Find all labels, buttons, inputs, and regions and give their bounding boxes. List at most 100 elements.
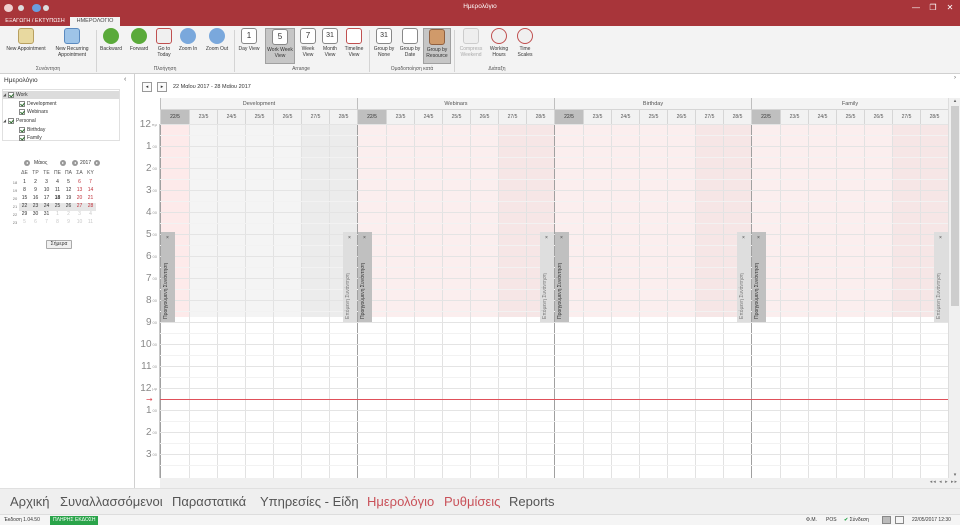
day-header[interactable]: 22/5 (160, 110, 189, 124)
connection-status[interactable]: ✔ Σύνδεση (844, 515, 869, 525)
horizontal-scrollbar[interactable]: ◂◂ ◂ ▸ ▸▸ (160, 478, 960, 488)
day-header[interactable]: 24/5 (611, 110, 639, 124)
tab-calendar[interactable]: ΗΜΕΡΟΛΟΓΙΟ (70, 17, 120, 26)
day-header[interactable]: 24/5 (414, 110, 442, 124)
day-header[interactable]: 25/5 (836, 110, 864, 124)
close-icon[interactable]: × (742, 235, 745, 241)
day-column[interactable] (189, 124, 217, 478)
close-icon[interactable]: × (166, 235, 169, 241)
mini-calendar-day[interactable]: 4 (85, 211, 96, 218)
mini-calendar-day[interactable]: 25 (52, 203, 63, 210)
previous-appointment-button[interactable]: Προηγούμενη Συνάντηση (161, 232, 175, 322)
backward-button[interactable]: Backward (98, 28, 124, 52)
mini-calendar-day[interactable]: 20 (74, 195, 85, 202)
scroll-up-icon[interactable]: ▴ (949, 98, 960, 104)
scheduler-grid[interactable]: Προηγούμενη Συνάντηση × Επόμενη Συνάντηση ×… (160, 124, 948, 478)
mini-calendar-day[interactable]: 19 (63, 195, 74, 202)
go-to-today-button[interactable]: Go to Today (153, 28, 175, 58)
day-header[interactable]: 23/5 (583, 110, 611, 124)
mini-calendar-day[interactable]: 28 (85, 203, 96, 210)
next-year-button[interactable]: ▸ (94, 160, 100, 166)
mini-calendar-day[interactable]: 13 (74, 187, 85, 194)
prev-month-button[interactable]: ◂ (24, 160, 30, 166)
day-column[interactable] (414, 124, 442, 478)
day-column[interactable] (780, 124, 808, 478)
mini-calendar-day[interactable]: 31 (41, 211, 52, 218)
day-header[interactable]: 28/5 (723, 110, 751, 124)
previous-appointment-button[interactable]: Προηγούμενη Συνάντηση (752, 232, 766, 322)
checkbox-work[interactable] (8, 91, 14, 98)
tree-node-webinars[interactable]: Webinars (19, 108, 48, 116)
day-header[interactable]: 23/5 (189, 110, 217, 124)
day-header[interactable]: 23/5 (386, 110, 414, 124)
mini-calendar-day[interactable]: 2 (30, 179, 41, 186)
compress-weekend-button[interactable]: Compress Weekend (457, 28, 485, 58)
nav-item-0[interactable]: Αρχική (10, 494, 50, 509)
timeline-view-button[interactable]: Timeline View (342, 28, 366, 58)
day-header[interactable]: 26/5 (273, 110, 301, 124)
sidebar-collapse-button[interactable]: ‹ (124, 76, 126, 83)
day-header[interactable]: 24/5 (217, 110, 245, 124)
mini-calendar-day[interactable]: 7 (41, 219, 52, 226)
nav-item-2[interactable]: Παραστατικά (172, 494, 246, 509)
day-header[interactable]: 27/5 (301, 110, 329, 124)
previous-appointment-button[interactable]: Προηγούμενη Συνάντηση (555, 232, 569, 322)
mini-calendar-day[interactable]: 2 (63, 211, 74, 218)
tree-node-work[interactable]: ◢ Work (3, 91, 119, 99)
day-header[interactable]: 23/5 (780, 110, 808, 124)
mini-calendar-day[interactable]: 26 (63, 203, 74, 210)
mini-calendar-day[interactable]: 9 (63, 219, 74, 226)
prev-period-button[interactable]: ◂ (142, 82, 152, 92)
working-hours-button[interactable]: Working Hours (487, 28, 511, 58)
day-column[interactable] (217, 124, 245, 478)
scroll-thumb[interactable] (951, 106, 959, 306)
day-column[interactable] (273, 124, 301, 478)
mini-calendar-day[interactable]: 21 (85, 195, 96, 202)
week-number[interactable]: 20 (11, 195, 19, 202)
day-header[interactable]: 25/5 (639, 110, 667, 124)
checkbox-birthday[interactable] (19, 126, 25, 133)
new-recurring-appointment-button[interactable]: New Recurring Appointment (52, 28, 92, 58)
week-number[interactable]: 23 (11, 219, 19, 226)
day-column[interactable] (583, 124, 611, 478)
day-column[interactable] (301, 124, 329, 478)
mini-calendar-day[interactable]: 24 (41, 203, 52, 210)
day-column[interactable] (498, 124, 526, 478)
day-view-button[interactable]: 1 Day View (237, 28, 261, 52)
tree-node-personal[interactable]: ◢ Personal (3, 117, 36, 125)
close-icon[interactable]: × (545, 235, 548, 241)
tree-node-family[interactable]: Family (19, 134, 42, 142)
day-header[interactable]: 27/5 (695, 110, 723, 124)
resource-navigator[interactable]: ◂◂ ◂ ▸ ▸▸ (930, 479, 958, 485)
pos-indicator[interactable]: POS (826, 515, 837, 525)
day-column[interactable] (442, 124, 470, 478)
mini-calendar-day[interactable]: 3 (41, 179, 52, 186)
nav-item-3[interactable]: Υπηρεσίες - Είδη (260, 494, 359, 509)
day-header[interactable]: 26/5 (864, 110, 892, 124)
close-icon[interactable]: × (560, 235, 563, 241)
mini-calendar-day[interactable]: 18 (52, 195, 63, 202)
mini-calendar-day[interactable]: 30 (30, 211, 41, 218)
day-header[interactable]: 24/5 (808, 110, 836, 124)
nav-item-4[interactable]: Ημερολόγιο (367, 494, 434, 509)
mini-calendar-day[interactable]: 8 (19, 187, 30, 194)
mini-calendar-month[interactable]: Μάιος (34, 160, 47, 167)
next-month-button[interactable]: ▸ (60, 160, 66, 166)
mini-calendar-day[interactable]: 15 (19, 195, 30, 202)
mini-calendar-day[interactable]: 10 (41, 187, 52, 194)
forward-button[interactable]: Forward (126, 28, 152, 52)
zoom-in-button[interactable]: Zoom In (176, 28, 200, 52)
next-period-button[interactable]: ▸ (157, 82, 167, 92)
day-header[interactable]: 22/5 (751, 110, 780, 124)
mini-calendar-day[interactable]: 16 (30, 195, 41, 202)
mini-calendar-day[interactable]: 12 (63, 187, 74, 194)
day-header[interactable]: 28/5 (329, 110, 357, 124)
mini-calendar-day[interactable]: 6 (30, 219, 41, 226)
day-column[interactable] (864, 124, 892, 478)
mini-calendar-year[interactable]: 2017 (80, 160, 91, 167)
mini-calendar-day[interactable]: 23 (30, 203, 41, 210)
group-by-resource-button[interactable]: Group by Resource (423, 28, 451, 64)
day-column[interactable] (892, 124, 920, 478)
prev-year-button[interactable]: ◂ (72, 160, 78, 166)
work-week-view-button[interactable]: 5 Work Week View (265, 28, 295, 64)
